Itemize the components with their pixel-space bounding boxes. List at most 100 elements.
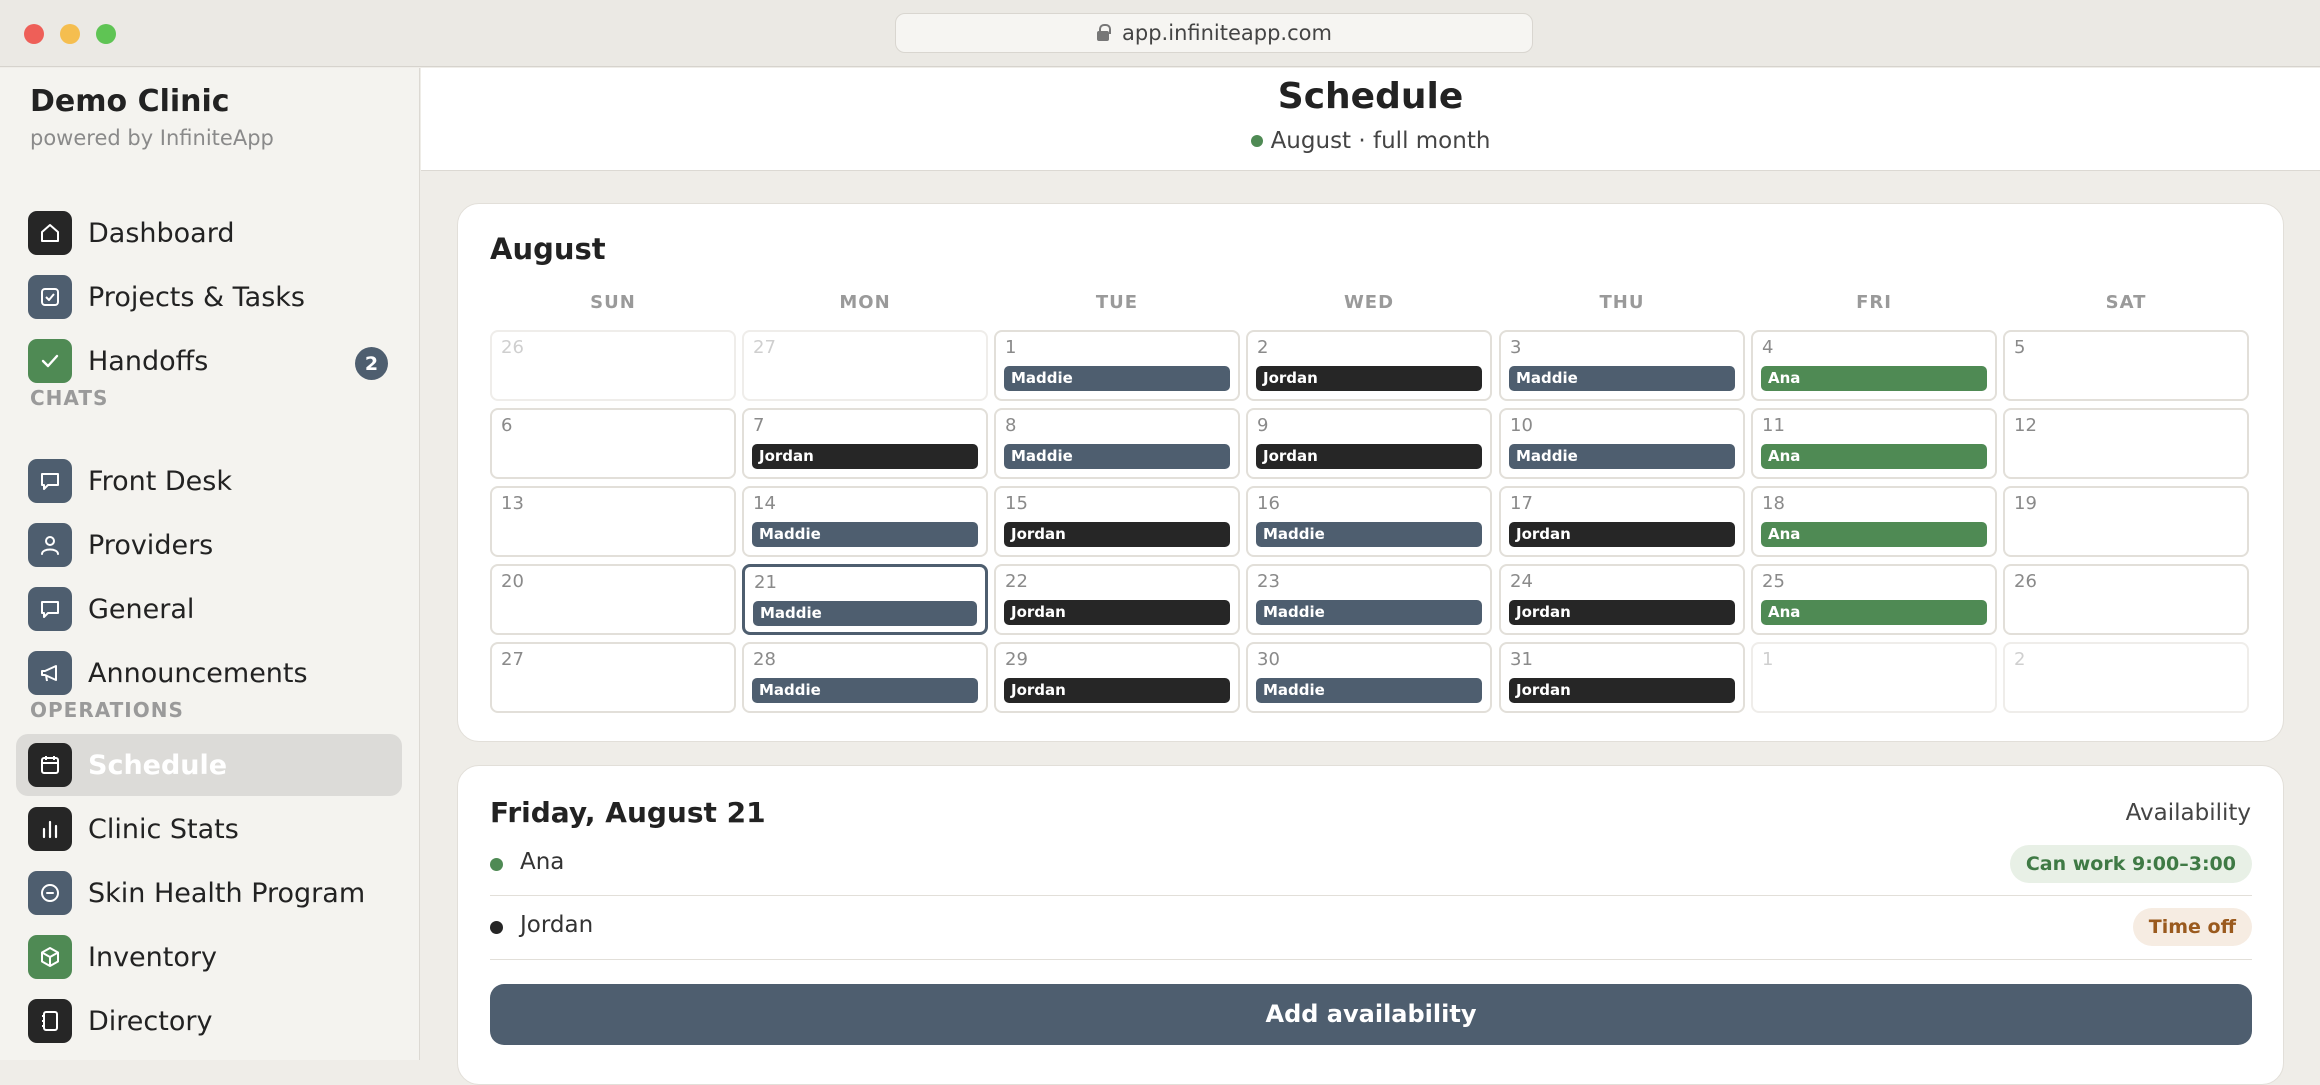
close-window-button[interactable] [24,24,44,44]
calendar-day-cell[interactable]: 1 [1751,642,1997,713]
chat-bubble-icon [28,587,72,631]
day-number: 19 [2014,493,2037,514]
calendar-day-cell[interactable]: 27 [742,330,988,401]
calendar-day-cell[interactable]: 31 Jordan [1499,642,1745,713]
person-dot-icon [490,858,503,871]
calendar-day-cell[interactable]: 26 [490,330,736,401]
shift-chip[interactable]: Maddie [1004,366,1230,391]
sidebar-item-directory[interactable]: Directory [16,990,402,1052]
shift-chip[interactable]: Jordan [1004,522,1230,547]
sidebar-item-front-desk[interactable]: Front Desk [16,450,402,512]
shift-chip[interactable]: Ana [1761,522,1987,547]
page-subtitle: August · full month [421,128,2320,154]
shift-chip[interactable]: Maddie [752,522,978,547]
calendar-day-cell[interactable]: 13 [490,486,736,557]
address-bar[interactable]: app.infiniteapp.com [895,13,1533,53]
sidebar-item-label: Inventory [88,941,217,973]
calendar-day-cell[interactable]: 19 [2003,486,2249,557]
day-number: 7 [753,415,765,436]
shift-chip[interactable]: Ana [1761,444,1987,469]
megaphone-icon [28,651,72,695]
sidebar-item-announcements[interactable]: Announcements [16,642,402,704]
shift-chip[interactable]: Jordan [1509,678,1735,703]
calendar-day-cell[interactable]: 7 Jordan [742,408,988,479]
day-number: 11 [1762,415,1785,436]
sidebar-item-projects-tasks[interactable]: Projects & Tasks [16,266,402,328]
calendar-day-cell[interactable]: 14 Maddie [742,486,988,557]
shift-chip[interactable]: Jordan [1004,600,1230,625]
calendar-day-cell[interactable]: 6 [490,408,736,479]
status-badge: Time off [2132,908,2252,946]
calendar-day-cell[interactable]: 15 Jordan [994,486,1240,557]
shift-chip[interactable]: Maddie [1004,444,1230,469]
shift-chip[interactable]: Maddie [1509,366,1735,391]
calendar-day-cell[interactable]: 10 Maddie [1499,408,1745,479]
sidebar-item-inventory[interactable]: Inventory [16,926,402,988]
sidebar-item-providers[interactable]: Providers [16,514,402,576]
calendar-day-cell[interactable]: 17 Jordan [1499,486,1745,557]
shift-chip[interactable]: Ana [1761,366,1987,391]
calendar-day-cell[interactable]: 20 [490,564,736,635]
calendar-day-cell[interactable]: 25 Ana [1751,564,1997,635]
minimize-window-button[interactable] [60,24,80,44]
calendar-day-cell[interactable]: 26 [2003,564,2249,635]
sidebar-item-skin-health-program[interactable]: Skin Health Program [16,862,402,924]
calendar-day-cell[interactable]: 5 [2003,330,2249,401]
availability-row-jordan[interactable]: Jordan Time off [490,896,2252,959]
status-badge: Can work 9:00–3:00 [2009,845,2252,883]
weekday-header: SUN [590,292,636,313]
calendar-day-cell[interactable]: 16 Maddie [1246,486,1492,557]
shift-chip[interactable]: Maddie [1256,678,1482,703]
check-icon [28,339,72,383]
calendar-day-cell[interactable]: 12 [2003,408,2249,479]
shift-chip[interactable]: Jordan [1509,600,1735,625]
calendar-day-cell[interactable]: 3 Maddie [1499,330,1745,401]
sidebar-item-handoffs[interactable]: Handoffs 2 [16,330,402,392]
calendar-day-cell[interactable]: 23 Maddie [1246,564,1492,635]
shift-chip[interactable]: Maddie [753,601,977,626]
calendar-day-cell[interactable]: 29 Jordan [994,642,1240,713]
shift-chip[interactable]: Maddie [1256,522,1482,547]
sidebar-item-dashboard[interactable]: Dashboard [16,202,402,264]
weekday-header: THU [1599,292,1645,313]
shift-chip[interactable]: Jordan [1509,522,1735,547]
calendar-day-cell[interactable]: 2 [2003,642,2249,713]
shift-chip[interactable]: Maddie [1256,600,1482,625]
shift-chip[interactable]: Jordan [752,444,978,469]
day-number: 1 [1762,649,1774,670]
brand-name: Demo Clinic [30,84,230,119]
sidebar-item-schedule[interactable]: Schedule [16,734,402,796]
maximize-window-button[interactable] [96,24,116,44]
shift-chip[interactable]: Jordan [1256,444,1482,469]
shift-chip[interactable]: Ana [1761,600,1987,625]
shift-chip[interactable]: Maddie [1509,444,1735,469]
calendar-day-cell[interactable]: 27 [490,642,736,713]
powered-by: powered by InfiniteApp [30,126,274,150]
calendar-day-cell-selected[interactable]: 21 Maddie [742,564,988,635]
day-number: 15 [1005,493,1028,514]
calendar-day-cell[interactable]: 4 Ana [1751,330,1997,401]
sidebar-item-clinic-stats[interactable]: Clinic Stats [16,798,402,860]
shift-chip[interactable]: Maddie [752,678,978,703]
availability-row-ana[interactable]: Ana Can work 9:00–3:00 [490,833,2252,896]
calendar-day-cell[interactable]: 2 Jordan [1246,330,1492,401]
calendar-day-cell[interactable]: 30 Maddie [1246,642,1492,713]
calendar-day-cell[interactable]: 28 Maddie [742,642,988,713]
calendar-month-title: August [490,232,606,266]
circle-dash-icon [28,871,72,915]
shift-chip[interactable]: Jordan [1256,366,1482,391]
calendar-day-cell[interactable]: 11 Ana [1751,408,1997,479]
calendar-day-cell[interactable]: 9 Jordan [1246,408,1492,479]
shift-chip[interactable]: Jordan [1004,678,1230,703]
weekday-header: FRI [1856,292,1892,313]
calendar-day-cell[interactable]: 22 Jordan [994,564,1240,635]
calendar-day-cell[interactable]: 18 Ana [1751,486,1997,557]
add-availability-button[interactable]: Add availability [490,984,2252,1045]
calendar-day-cell[interactable]: 24 Jordan [1499,564,1745,635]
day-number: 9 [1257,415,1269,436]
day-number: 18 [1762,493,1785,514]
calendar-day-cell[interactable]: 8 Maddie [994,408,1240,479]
sidebar-item-general[interactable]: General [16,578,402,640]
day-number: 27 [501,649,524,670]
calendar-day-cell[interactable]: 1 Maddie [994,330,1240,401]
